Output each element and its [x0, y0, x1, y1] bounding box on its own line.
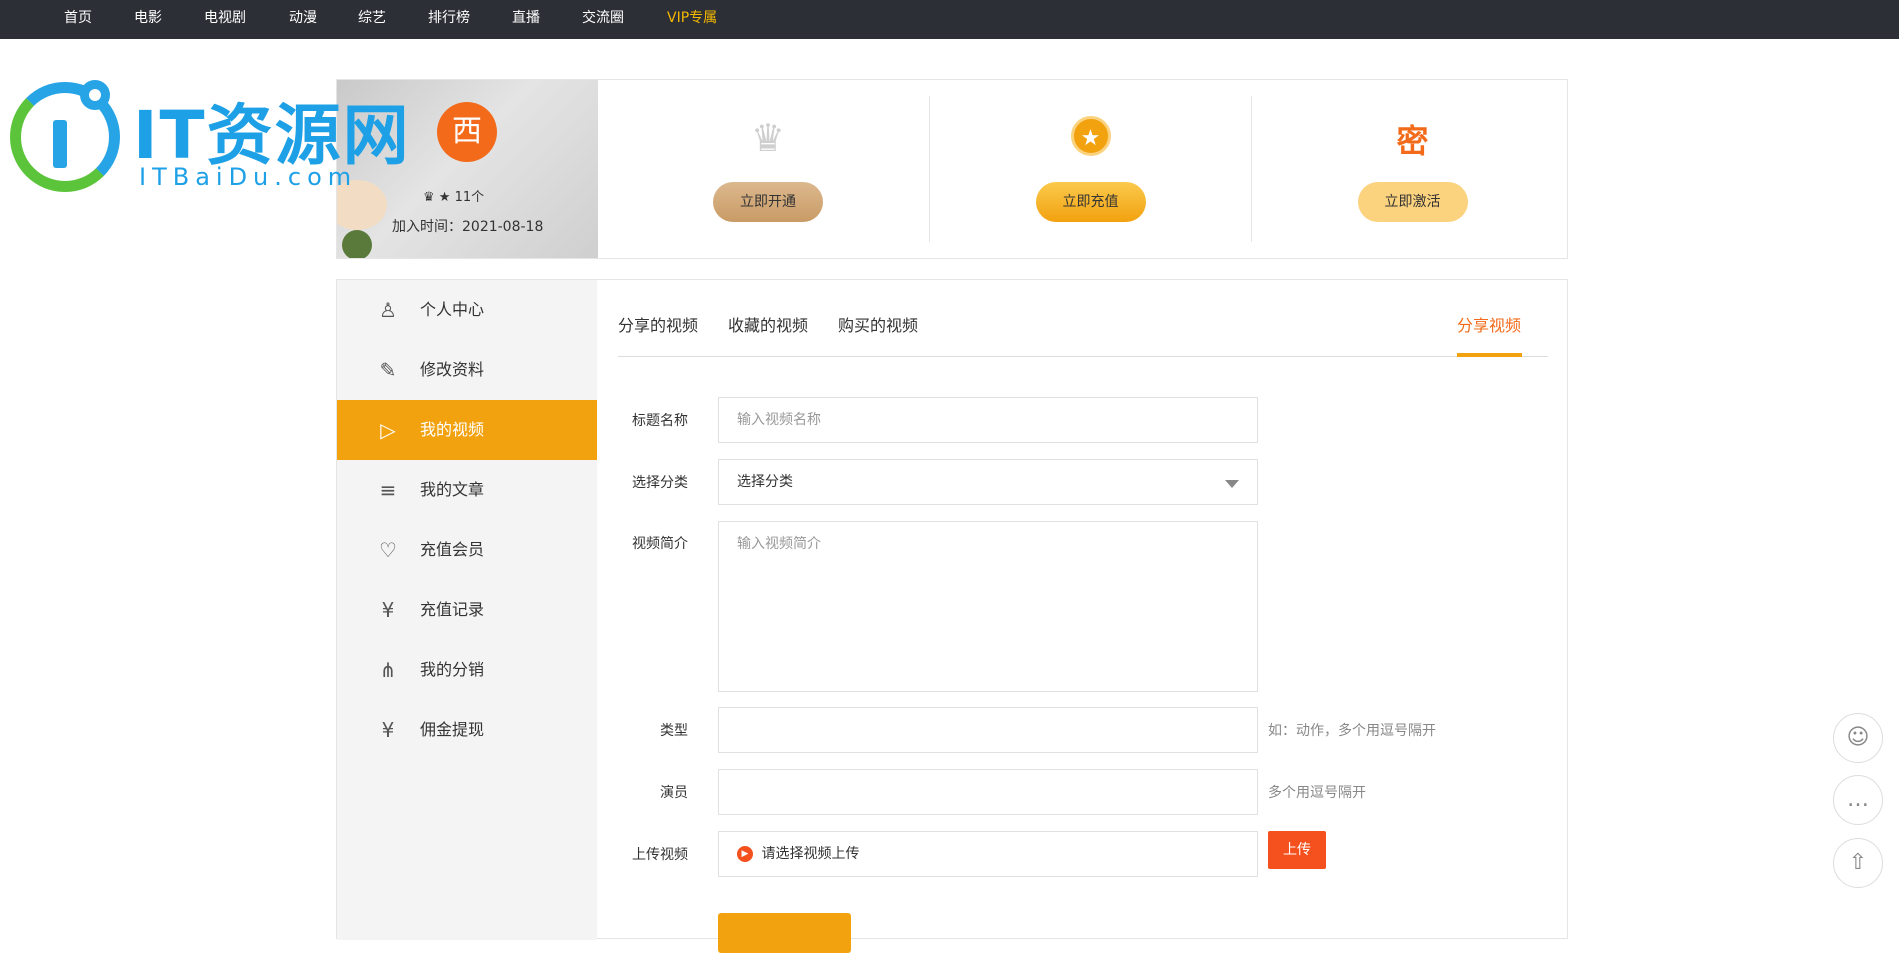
sidebar: ♙ 个人中心 ✎ 修改资料 ▷ 我的视频 ≡ 我的文章 ♡ 充值会员 ¥ 充值记… [337, 280, 597, 940]
sidebar-item-label: 充值记录 [420, 600, 485, 619]
sidebar-item-label: 我的分销 [420, 660, 485, 679]
sidebar-item-label: 修改资料 [420, 360, 485, 379]
tab-shared-videos[interactable]: 分享的视频 [618, 312, 698, 336]
intro-textarea[interactable]: 输入视频简介 [718, 521, 1258, 692]
category-selected-value: 选择分类 [737, 474, 793, 490]
sidebar-item-my-articles[interactable]: ≡ 我的文章 [337, 460, 597, 520]
vip-open-cell: ♛ 立即开通 [607, 96, 929, 242]
tab-favorite-videos[interactable]: 收藏的视频 [728, 312, 808, 336]
back-to-top-icon[interactable]: ⇧ [1833, 838, 1883, 888]
upload-file-text: 请选择视频上传 [761, 846, 860, 862]
recharge-button[interactable]: 立即充值 [1035, 182, 1146, 222]
chat-icon[interactable]: … [1833, 775, 1883, 825]
category-label: 选择分类 [632, 475, 688, 491]
key-icon: 密 [1396, 122, 1429, 160]
active-tab-underline [1457, 353, 1522, 357]
play-circle-icon: ▷ [380, 418, 396, 442]
chevron-down-icon [1225, 480, 1239, 488]
nav-movies[interactable]: 电影 [134, 0, 162, 39]
tab-purchased-videos[interactable]: 购买的视频 [838, 312, 918, 336]
open-vip-button[interactable]: 立即开通 [713, 182, 823, 222]
user-icon: ♙ [379, 298, 397, 322]
edit-profile-icon: ✎ [379, 358, 397, 382]
upload-file-field[interactable]: ▶ 请选择视频上传 [718, 831, 1258, 877]
sidebar-item-label: 个人中心 [420, 300, 485, 319]
leaf-decoration [342, 230, 372, 258]
actor-label: 演员 [660, 785, 688, 801]
receipt-icon: ¥ [381, 598, 395, 622]
nav-vip[interactable]: VIP专属 [667, 0, 717, 39]
qq-icon[interactable]: ☺ [1833, 713, 1883, 763]
main-content: 分享的视频 收藏的视频 购买的视频 分享视频 标题名称 输入视频名称 选择分类 … [598, 280, 1568, 953]
title-input[interactable]: 输入视频名称 [718, 397, 1258, 443]
upload-label: 上传视频 [632, 847, 688, 863]
money-bag-icon: ¥ [381, 718, 395, 742]
sidebar-item-edit-profile[interactable]: ✎ 修改资料 [337, 340, 597, 400]
logo-bar-icon [53, 120, 67, 168]
sidebar-item-label: 我的文章 [420, 480, 485, 499]
tab-share-video[interactable]: 分享视频 [1457, 312, 1521, 336]
sidebar-item-commission-withdraw[interactable]: ¥ 佣金提现 [337, 700, 597, 760]
sidebar-item-label: 我的视频 [420, 420, 485, 439]
activate-cell: 密 立即激活 [1251, 96, 1573, 242]
actor-hint: 多个用逗号隔开 [1268, 785, 1366, 801]
category-select[interactable]: 选择分类 [718, 459, 1258, 505]
network-icon: ⋔ [379, 658, 397, 682]
play-icon: ▶ [737, 846, 753, 862]
intro-label: 视频简介 [632, 536, 688, 552]
nav-community[interactable]: 交流圈 [582, 0, 624, 39]
nav-rankings[interactable]: 排行榜 [428, 0, 470, 39]
type-label: 类型 [660, 723, 688, 739]
type-input[interactable] [718, 707, 1258, 753]
title-label: 标题名称 [632, 413, 688, 429]
nav-anime[interactable]: 动漫 [289, 0, 317, 39]
sidebar-item-recharge-membership[interactable]: ♡ 充值会员 [337, 520, 597, 580]
top-navigation: 首页 电影 电视剧 动漫 综艺 排行榜 直播 交流圈 VIP专属 [0, 0, 1899, 39]
logo-dot-icon [80, 80, 110, 110]
type-hint: 如：动作，多个用逗号隔开 [1268, 723, 1436, 739]
nav-tv-series[interactable]: 电视剧 [204, 0, 246, 39]
video-tabs: 分享的视频 收藏的视频 购买的视频 分享视频 [618, 280, 1548, 357]
nav-variety[interactable]: 综艺 [358, 0, 386, 39]
sidebar-item-personal-center[interactable]: ♙ 个人中心 [337, 280, 597, 340]
sidebar-item-label: 佣金提现 [420, 720, 485, 739]
submit-button[interactable] [718, 913, 851, 953]
user-center-panel: ♙ 个人中心 ✎ 修改资料 ▷ 我的视频 ≡ 我的文章 ♡ 充值会员 ¥ 充值记… [336, 279, 1568, 953]
sidebar-item-my-distribution[interactable]: ⋔ 我的分销 [337, 640, 597, 700]
crown-icon: ♛ [750, 116, 786, 160]
sidebar-item-my-videos[interactable]: ▷ 我的视频 [337, 400, 597, 460]
profile-card: 西 ♛ ★ 11个 加入时间：2021-08-18 ♛ 立即开通 ★ 立即充值 … [336, 79, 1568, 259]
sidebar-item-recharge-records[interactable]: ¥ 充值记录 [337, 580, 597, 640]
nav-home[interactable]: 首页 [64, 0, 92, 39]
join-date: 加入时间：2021-08-18 [392, 219, 544, 235]
logo-subtitle: ITBaiDu.com [139, 163, 358, 191]
actor-input[interactable] [718, 769, 1258, 815]
sidebar-item-label: 充值会员 [420, 540, 485, 559]
star-coin-icon: ★ [1070, 116, 1111, 156]
nav-live[interactable]: 直播 [512, 0, 540, 39]
activate-button[interactable]: 立即激活 [1357, 182, 1468, 222]
upload-button[interactable]: 上传 [1268, 831, 1326, 869]
recharge-cell: ★ 立即充值 [929, 96, 1251, 242]
heart-location-icon: ♡ [379, 538, 397, 562]
document-icon: ≡ [379, 478, 397, 502]
site-logo[interactable]: IT资源网 ITBaiDu.com [8, 80, 508, 195]
